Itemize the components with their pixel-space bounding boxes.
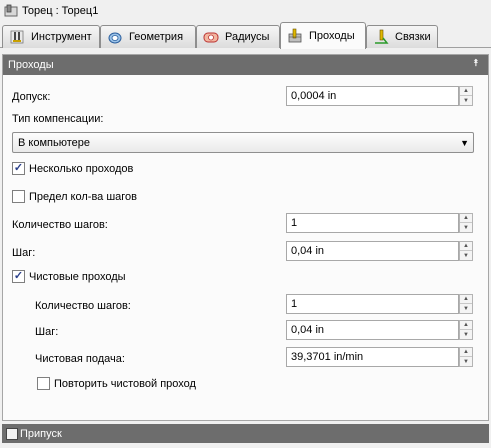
step-limit-checkbox[interactable] — [12, 190, 25, 203]
tab-passes[interactable]: Проходы — [280, 22, 366, 49]
compensation-value: В компьютере — [18, 136, 90, 149]
tab-tool[interactable]: Инструмент — [2, 25, 100, 48]
step-limit-label: Предел кол-ва шагов — [29, 191, 138, 203]
links-icon — [375, 29, 389, 44]
repeat-finish-label: Повторить чистовой проход — [54, 378, 196, 390]
finish-feed-spinner[interactable]: ▲ ▼ — [459, 347, 473, 367]
finish-step-count-spinner[interactable]: ▲ ▼ — [459, 294, 473, 314]
spin-up-icon[interactable]: ▲ — [460, 348, 472, 357]
step-label: Шаг: — [12, 247, 36, 259]
step-spinner[interactable]: ▲ ▼ — [459, 241, 473, 261]
stock-panel-title: Припуск — [20, 427, 62, 440]
spin-up-icon[interactable]: ▲ — [460, 87, 472, 96]
tolerance-spinner[interactable]: ▲ ▼ — [459, 86, 473, 106]
tab-geometry[interactable]: Геометрия — [100, 25, 196, 48]
passes-panel: Проходы ⯭ Допуск: 0,0004 in ▲ ▼ Тип комп… — [2, 54, 489, 421]
geometry-icon — [108, 32, 122, 44]
facing-op-icon — [4, 4, 18, 17]
tab-links[interactable]: Связки — [366, 25, 438, 48]
window-title: Торец : Торец1 — [22, 5, 99, 17]
title-bar: Торец : Торец1 — [0, 0, 491, 22]
tab-label: Проходы — [309, 30, 355, 42]
finish-step-count-label: Количество шагов: — [35, 300, 131, 312]
stock-checkbox[interactable] — [6, 427, 18, 440]
dropdown-arrow-icon[interactable]: ▼ — [460, 138, 469, 148]
finish-passes-checkbox[interactable]: ✓ — [12, 270, 25, 283]
tab-label: Связки — [395, 31, 431, 43]
repeat-finish-checkbox[interactable] — [37, 377, 50, 390]
multiple-passes-label: Несколько проходов — [29, 163, 134, 175]
tab-label: Радиусы — [225, 31, 270, 43]
spin-down-icon[interactable]: ▼ — [460, 96, 472, 105]
tab-label: Геометрия — [129, 31, 184, 43]
spin-up-icon[interactable]: ▲ — [460, 242, 472, 251]
multiple-passes-checkbox[interactable]: ✓ — [12, 162, 25, 175]
collapse-icon[interactable]: ⯭ — [470, 59, 482, 71]
step-input[interactable]: 0,04 in — [286, 241, 459, 261]
spin-down-icon[interactable]: ▼ — [460, 304, 472, 313]
passes-panel-header[interactable]: Проходы ⯭ — [3, 55, 488, 75]
spin-down-icon[interactable]: ▼ — [460, 223, 472, 232]
spin-down-icon[interactable]: ▼ — [460, 330, 472, 339]
finish-step-label: Шаг: — [35, 326, 59, 338]
tab-strip: Инструмент Геометрия Радиусы Проходы Свя… — [0, 22, 491, 49]
radius-icon — [203, 32, 219, 43]
passes-icon — [288, 28, 302, 43]
spin-up-icon[interactable]: ▲ — [460, 295, 472, 304]
step-count-spinner[interactable]: ▲ ▼ — [459, 213, 473, 233]
finish-step-input[interactable]: 0,04 in — [286, 320, 459, 340]
tolerance-input[interactable]: 0,0004 in — [286, 86, 459, 106]
spin-up-icon[interactable]: ▲ — [460, 321, 472, 330]
finish-feed-input[interactable]: 39,3701 in/min — [286, 347, 459, 367]
tolerance-label: Допуск: — [12, 91, 51, 103]
tab-label: Инструмент — [31, 31, 92, 43]
spin-up-icon[interactable]: ▲ — [460, 214, 472, 223]
finish-step-count-input[interactable]: 1 — [286, 294, 459, 314]
finish-step-spinner[interactable]: ▲ ▼ — [459, 320, 473, 340]
step-count-label: Количество шагов: — [12, 219, 108, 231]
finish-passes-label: Чистовые проходы — [29, 271, 126, 283]
compensation-label: Тип компенсации: — [12, 113, 104, 125]
stock-panel-header[interactable]: Припуск — [2, 424, 489, 443]
tab-radii[interactable]: Радиусы — [196, 25, 280, 48]
compensation-select[interactable]: В компьютере ▼ — [12, 132, 474, 153]
finish-feed-label: Чистовая подача: — [35, 353, 125, 365]
panel-title: Проходы — [8, 59, 54, 71]
spin-down-icon[interactable]: ▼ — [460, 357, 472, 366]
spin-down-icon[interactable]: ▼ — [460, 251, 472, 260]
step-count-input[interactable]: 1 — [286, 213, 459, 233]
tool-icon — [10, 30, 24, 44]
